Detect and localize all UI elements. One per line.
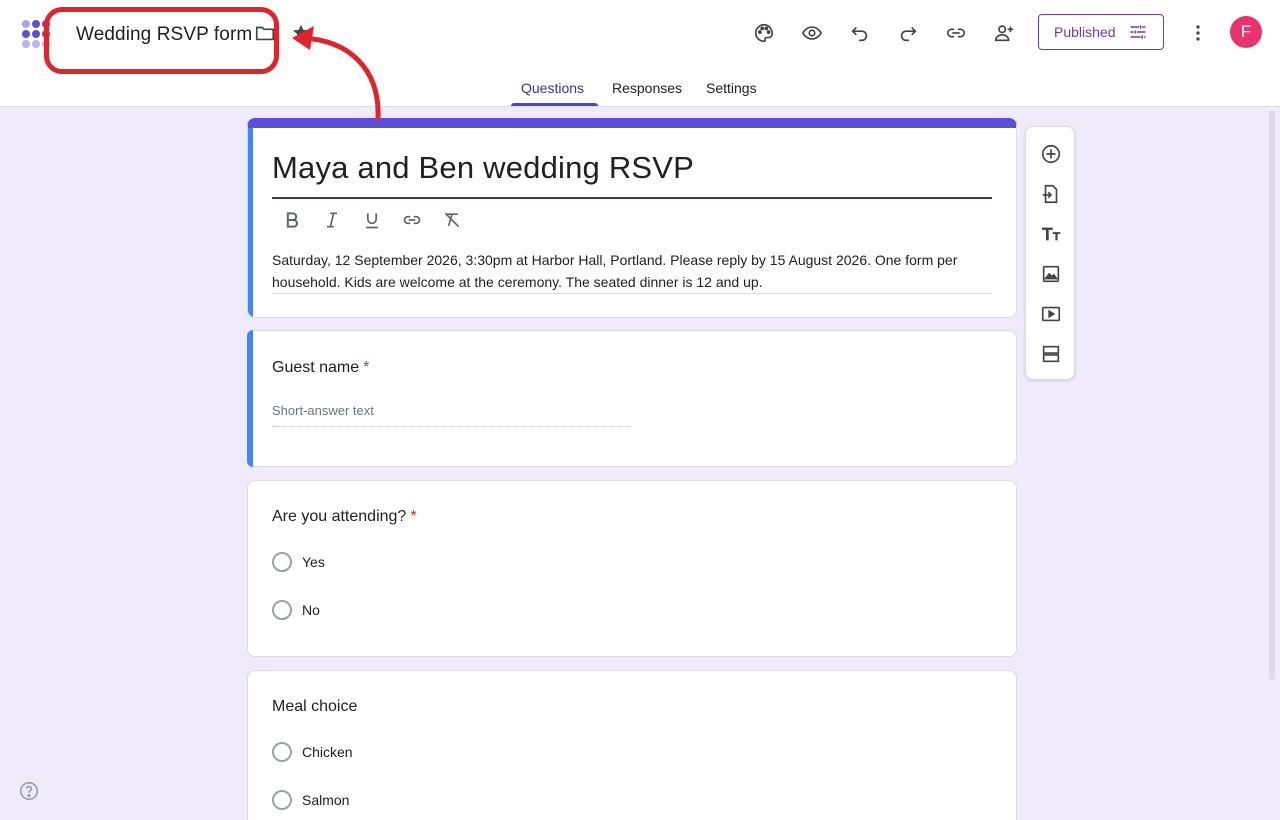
import-questions-icon[interactable] <box>1038 181 1064 207</box>
underline-icon[interactable] <box>362 210 382 230</box>
description-underline <box>272 293 992 294</box>
forms-logo-icon[interactable] <box>20 18 56 50</box>
question-title-text: Are you attending? <box>272 508 407 525</box>
question-title-text: Guest name <box>272 359 360 376</box>
redo-icon[interactable] <box>895 20 921 46</box>
more-icon[interactable] <box>1185 20 1211 46</box>
required-asterisk: * <box>363 359 370 376</box>
option-label: Salmon <box>302 792 350 808</box>
radio-button[interactable] <box>272 742 292 762</box>
link-icon[interactable] <box>943 20 969 46</box>
question-card-attending[interactable]: Are you attending? * Yes No <box>247 480 1017 657</box>
option-label: Yes <box>302 554 325 570</box>
short-answer-field[interactable]: Short-answer text <box>272 403 632 427</box>
link-icon[interactable] <box>402 210 422 230</box>
question-title: Are you attending? * <box>272 508 417 526</box>
preview-icon[interactable] <box>799 20 825 46</box>
question-card-meal-choice[interactable]: Meal choice Chicken Salmon <box>247 670 1017 820</box>
radio-option-yes[interactable]: Yes <box>272 552 325 572</box>
scrollbar[interactable] <box>1269 110 1275 680</box>
selected-card-accent <box>247 330 253 467</box>
question-title: Guest name * <box>272 359 369 377</box>
floating-toolbar <box>1025 126 1075 380</box>
question-card-guest-name[interactable]: Guest name * Short-answer text <box>247 330 1017 467</box>
add-title-icon[interactable] <box>1038 221 1064 247</box>
avatar[interactable]: F <box>1230 16 1262 48</box>
add-question-icon[interactable] <box>1038 141 1064 167</box>
form-description[interactable]: Saturday, 12 September 2026, 3:30pm at H… <box>272 249 992 293</box>
folder-icon[interactable] <box>252 20 278 46</box>
radio-option-salmon[interactable]: Salmon <box>272 790 349 810</box>
radio-button[interactable] <box>272 790 292 810</box>
radio-button[interactable] <box>272 552 292 572</box>
format-toolbar <box>282 210 462 230</box>
undo-icon[interactable] <box>847 20 873 46</box>
bold-icon[interactable] <box>282 210 302 230</box>
palette-icon[interactable] <box>751 20 777 46</box>
tab-settings[interactable]: Settings <box>706 80 757 96</box>
radio-button[interactable] <box>272 600 292 620</box>
add-section-icon[interactable] <box>1038 341 1064 367</box>
form-title[interactable]: Maya and Ben wedding RSVP <box>272 150 694 186</box>
clear-format-icon[interactable] <box>442 210 462 230</box>
add-image-icon[interactable] <box>1038 261 1064 287</box>
form-title-card[interactable]: Maya and Ben wedding RSVP Saturday, 12 S… <box>247 118 1017 318</box>
required-asterisk: * <box>410 508 417 525</box>
option-label: No <box>302 602 320 618</box>
tab-bar: Questions Responses Settings <box>0 70 1280 107</box>
publish-label: Published <box>1054 24 1116 40</box>
document-title[interactable]: Wedding RSVP form <box>76 24 252 46</box>
option-label: Chicken <box>302 744 353 760</box>
tab-responses[interactable]: Responses <box>612 80 682 96</box>
question-title: Meal choice <box>272 698 358 715</box>
selected-card-accent <box>248 128 253 317</box>
publish-settings-icon <box>1130 25 1145 39</box>
publish-button[interactable]: Published <box>1038 14 1164 50</box>
add-video-icon[interactable] <box>1038 301 1064 327</box>
help-icon[interactable] <box>18 780 40 802</box>
add-collaborator-icon[interactable] <box>991 20 1017 46</box>
tab-questions[interactable]: Questions <box>521 80 584 96</box>
title-underline <box>272 197 992 199</box>
star-icon[interactable] <box>288 20 314 46</box>
italic-icon[interactable] <box>322 210 342 230</box>
app-header: Wedding RSVP form Published F Questions … <box>0 0 1280 107</box>
radio-option-no[interactable]: No <box>272 600 320 620</box>
radio-option-chicken[interactable]: Chicken <box>272 742 353 762</box>
active-tab-indicator <box>511 103 598 106</box>
